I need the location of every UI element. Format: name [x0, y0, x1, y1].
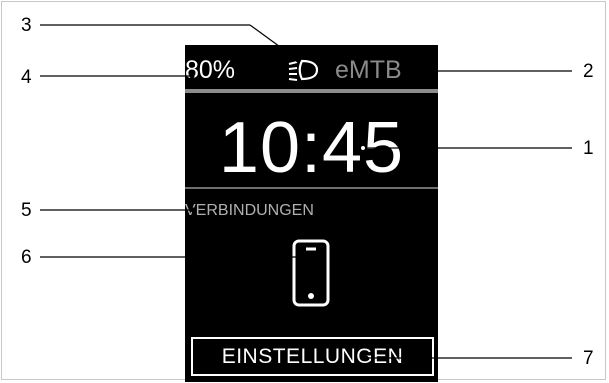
callout-2: 2	[583, 61, 594, 82]
callout-4: 4	[21, 67, 32, 88]
callout-3: 3	[21, 15, 32, 36]
callout-6: 6	[21, 247, 32, 268]
callout-7: 7	[583, 348, 594, 369]
callout-1: 1	[583, 138, 594, 159]
callout-5: 5	[21, 200, 32, 221]
leader-lines	[40, 24, 572, 361]
